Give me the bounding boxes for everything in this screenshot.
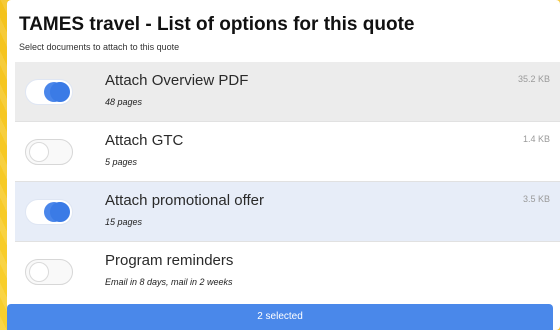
overview-pdf-toggle[interactable] (25, 79, 73, 105)
file-size: 35.2 KB (517, 74, 550, 84)
list-item-label: Attach GTC (105, 132, 184, 149)
promotional-offer-toggle[interactable] (25, 199, 73, 225)
list-item-detail: 5 pages (105, 157, 138, 167)
list-item-program-reminders[interactable]: Program reminders Email in 8 days, mail … (15, 242, 560, 300)
document-list: Attach Overview PDF 48 pages 35.2 KB Att… (15, 62, 560, 300)
program-reminders-toggle[interactable] (25, 259, 73, 285)
list-item-promotional-offer[interactable]: Attach promotional offer 15 pages 3.5 KB (15, 182, 560, 242)
toggle-knob (50, 82, 70, 102)
file-size: 3.5 KB (522, 194, 550, 204)
list-item-detail: Email in 8 days, mail in 2 weeks (105, 277, 233, 287)
file-size: 1.4 KB (522, 134, 550, 144)
selected-count-button[interactable]: 2 selected (7, 304, 553, 330)
toggle-knob (29, 262, 49, 282)
list-item-label: Attach promotional offer (105, 192, 264, 209)
list-item-detail: 48 pages (105, 97, 143, 107)
list-item-gtc[interactable]: Attach GTC 5 pages 1.4 KB (15, 122, 560, 182)
options-dialog: TAMES travel - List of options for this … (7, 0, 560, 330)
dialog-title: TAMES travel - List of options for this … (19, 14, 415, 35)
toggle-knob (50, 202, 70, 222)
list-item-overview-pdf[interactable]: Attach Overview PDF 48 pages 35.2 KB (15, 62, 560, 122)
list-item-detail: 15 pages (105, 217, 143, 227)
list-item-label: Program reminders (105, 252, 234, 269)
gtc-toggle[interactable] (25, 139, 73, 165)
list-item-label: Attach Overview PDF (105, 72, 249, 89)
toggle-knob (29, 142, 49, 162)
dialog-subtitle: Select documents to attach to this quote (19, 42, 180, 52)
